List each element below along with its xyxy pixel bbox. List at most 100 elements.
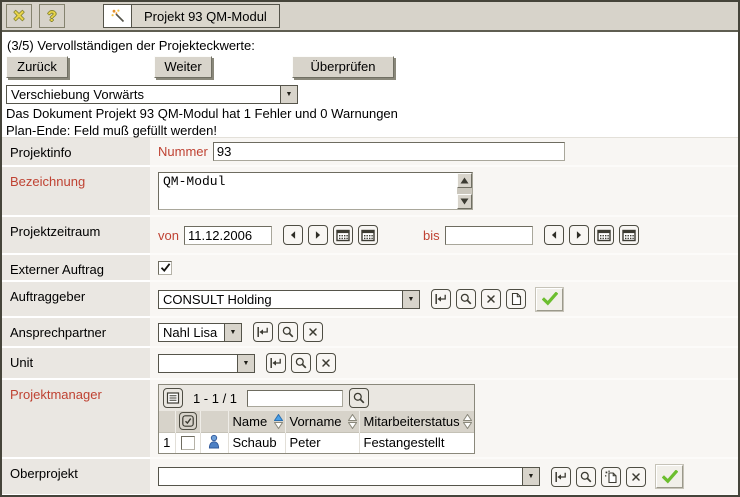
form-row-unit: Unit ▼ [2, 348, 738, 380]
back-button[interactable]: Zurück [6, 56, 68, 78]
wand-icon [104, 5, 132, 27]
chevron-down-icon[interactable]: ▼ [280, 86, 297, 103]
goto-icon [269, 356, 283, 370]
bis-date-input[interactable] [445, 226, 533, 245]
select-all-button[interactable] [179, 412, 197, 430]
von-calendar-button[interactable] [333, 225, 353, 245]
label-ansprechpartner: Ansprechpartner [2, 318, 150, 348]
search-icon [294, 356, 308, 370]
error-message: Das Dokument Projekt 93 QM-Modul hat 1 F… [6, 106, 732, 121]
app-window: ✕ ? Projekt 93 QM-Modul (3/5) Vervollstä… [0, 0, 740, 497]
wizard-step-text: (3/5) Vervollständigen der Projekteckwer… [6, 36, 732, 53]
ansprechpartner-search-button[interactable] [278, 322, 298, 342]
nummer-input[interactable] [213, 142, 565, 161]
auftraggeber-search-button[interactable] [456, 289, 476, 309]
table-menu-button[interactable] [163, 388, 183, 408]
label-projektinfo: Projektinfo [2, 138, 150, 167]
externer-auftrag-checkbox[interactable] [158, 261, 172, 275]
bis-prev-day-button[interactable] [544, 225, 564, 245]
von-prev-day-button[interactable] [283, 225, 303, 245]
ansprechpartner-value: Nahl Lisa [159, 324, 224, 341]
auftraggeber-confirm-button[interactable] [536, 288, 563, 311]
check-button[interactable]: Überprüfen [292, 56, 394, 78]
unit-select[interactable]: ▼ [158, 354, 255, 373]
ansprechpartner-clear-button[interactable] [303, 322, 323, 342]
column-header-vorname[interactable]: Vorname [285, 411, 359, 432]
chevron-down-icon[interactable]: ▼ [237, 355, 254, 372]
sort-asc-icon [274, 414, 283, 421]
wizard-section: (3/5) Vervollständigen der Projekteckwer… [2, 32, 738, 137]
sort-desc-icon [463, 422, 472, 429]
chevron-down-icon[interactable]: ▼ [522, 468, 539, 485]
project-form: Projektinfo Nummer Bezeichnung QM-Modul [2, 137, 738, 495]
bis-next-day-button[interactable] [569, 225, 589, 245]
form-row-oberprojekt: Oberprojekt ▼ [2, 459, 738, 495]
close-button[interactable]: ✕ [6, 4, 32, 28]
sort-name-control[interactable] [274, 414, 283, 429]
row-person-cell[interactable] [200, 432, 228, 453]
goto-icon [256, 325, 270, 339]
unit-search-button[interactable] [291, 353, 311, 373]
form-row-bezeichnung: Bezeichnung QM-Modul [2, 167, 738, 217]
auftraggeber-goto-button[interactable] [431, 289, 451, 309]
row-checkbox[interactable] [181, 436, 195, 450]
calendar-icon [622, 229, 636, 242]
select-all-header [175, 411, 200, 432]
oberprojekt-clear-button[interactable] [626, 467, 646, 487]
sort-asc-icon [348, 414, 357, 421]
clear-icon [306, 325, 320, 339]
auftraggeber-select[interactable]: CONSULT Holding ▼ [158, 290, 420, 309]
scroll-up-button[interactable] [457, 173, 472, 188]
oberprojekt-goto-button[interactable] [551, 467, 571, 487]
help-button[interactable]: ? [39, 4, 65, 28]
nummer-label: Nummer [158, 144, 208, 159]
column-header-name[interactable]: Name [228, 411, 285, 432]
document-tab[interactable]: Projekt 93 QM-Modul [103, 4, 280, 28]
select-all-icon [181, 414, 195, 428]
bis-calendar-alt-button[interactable] [619, 225, 639, 245]
action-select[interactable]: Verschiebung Vorwärts ▼ [6, 85, 298, 104]
table-search-button[interactable] [349, 388, 369, 408]
oberprojekt-new-wizard-button[interactable] [601, 467, 621, 487]
chevron-down-icon[interactable]: ▼ [402, 291, 419, 308]
bis-calendar-button[interactable] [594, 225, 614, 245]
sort-status-control[interactable] [463, 414, 472, 429]
close-icon: ✕ [13, 9, 26, 24]
scroll-down-button[interactable] [457, 194, 472, 209]
arrow-right-icon [313, 229, 323, 241]
next-button[interactable]: Weiter [154, 56, 212, 78]
auftraggeber-value: CONSULT Holding [159, 291, 402, 308]
sort-vorname-control[interactable] [348, 414, 357, 429]
arrow-left-icon [549, 229, 559, 241]
list-icon [166, 391, 180, 405]
label-bezeichnung: Bezeichnung [2, 167, 150, 217]
form-row-ansprechpartner: Ansprechpartner Nahl Lisa ▼ [2, 318, 738, 348]
cell-name: Schaub [228, 432, 285, 453]
table-filter-input[interactable] [247, 390, 343, 407]
von-date-input[interactable] [184, 226, 272, 245]
oberprojekt-confirm-button[interactable] [656, 465, 683, 488]
table-header-row: Name Vorname [159, 411, 474, 432]
von-next-day-button[interactable] [308, 225, 328, 245]
row-number: 1 [159, 432, 175, 453]
clear-icon [484, 292, 498, 306]
oberprojekt-search-button[interactable] [576, 467, 596, 487]
rownum-header [159, 411, 175, 432]
ansprechpartner-select[interactable]: Nahl Lisa ▼ [158, 323, 242, 342]
unit-clear-button[interactable] [316, 353, 336, 373]
label-auftraggeber: Auftraggeber [2, 282, 150, 318]
bezeichnung-scrollbar[interactable] [457, 173, 472, 209]
von-calendar-alt-button[interactable] [358, 225, 378, 245]
auftraggeber-clear-button[interactable] [481, 289, 501, 309]
form-row-auftraggeber: Auftraggeber CONSULT Holding ▼ [2, 282, 738, 318]
ansprechpartner-goto-button[interactable] [253, 322, 273, 342]
oberprojekt-select[interactable]: ▼ [158, 467, 540, 486]
auftraggeber-new-button[interactable] [506, 289, 526, 309]
form-row-externer-auftrag: Externer Auftrag [2, 255, 738, 282]
calendar-icon [597, 229, 611, 242]
bezeichnung-textarea[interactable]: QM-Modul [158, 172, 473, 210]
chevron-down-icon[interactable]: ▼ [224, 324, 241, 341]
column-header-mitarbeiterstatus[interactable]: Mitarbeiterstatus [359, 411, 474, 432]
unit-goto-button[interactable] [266, 353, 286, 373]
projektmanager-table: Name Vorname [159, 411, 474, 453]
